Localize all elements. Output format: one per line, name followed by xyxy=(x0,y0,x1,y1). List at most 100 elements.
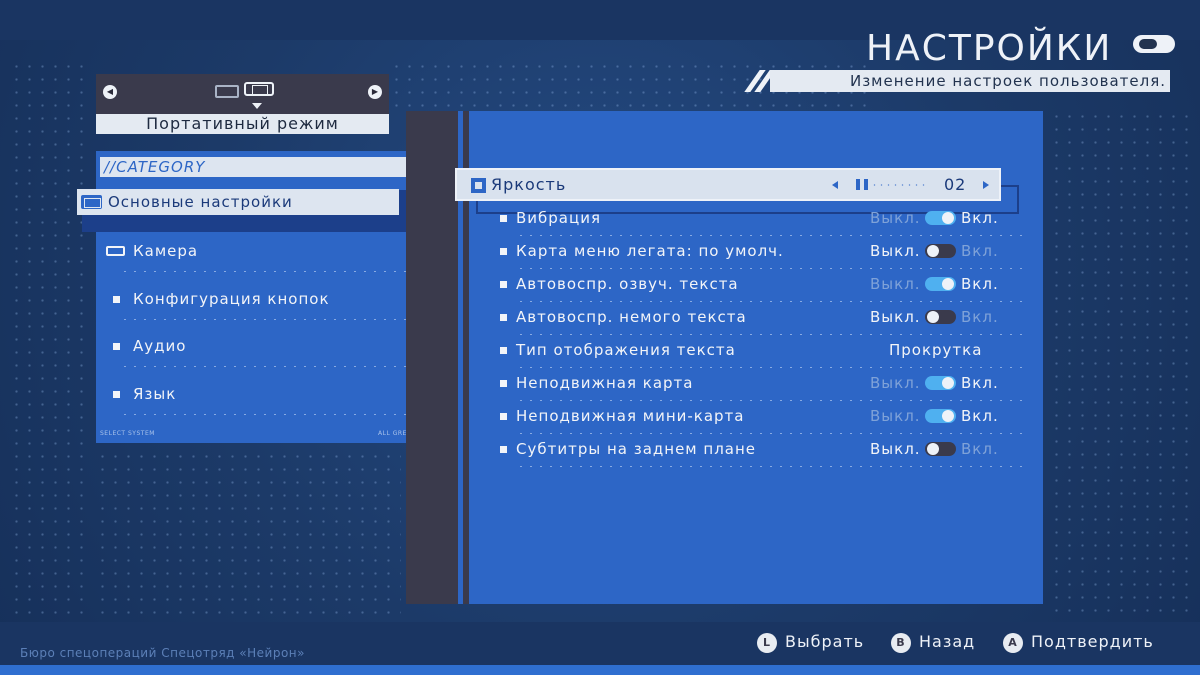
off-label: Выкл. xyxy=(870,374,921,392)
background-dots-bottom xyxy=(96,450,401,615)
divider xyxy=(516,234,1022,237)
footer-organization-text: Бюро спецопераций Спецотряд «Нейрон» xyxy=(20,646,305,660)
category-item-audio[interactable]: Аудио xyxy=(108,334,408,358)
on-label: Вкл. xyxy=(961,440,999,458)
category-item-label: Конфигурация кнопок xyxy=(133,290,330,308)
divider xyxy=(516,300,1022,303)
divider xyxy=(516,366,1022,369)
category-item-label: Камера xyxy=(133,242,199,260)
brightness-icon xyxy=(471,178,486,193)
off-label: Выкл. xyxy=(870,209,921,227)
settings-toggle-icon xyxy=(1133,35,1175,53)
bullet-icon xyxy=(500,380,507,387)
bullet-icon xyxy=(500,413,507,420)
divider xyxy=(516,399,1022,402)
on-label: Вкл. xyxy=(961,242,999,260)
bullet-icon xyxy=(500,248,507,255)
divider xyxy=(120,270,416,273)
mode-selector: ◀ ▶ xyxy=(96,74,389,114)
setting-label: Тип отображения текста xyxy=(516,341,736,359)
brightness-label: Яркость xyxy=(491,175,567,194)
bullet-icon xyxy=(113,343,120,350)
page-subtitle: Изменение настроек пользователя. xyxy=(770,70,1170,92)
divider xyxy=(516,465,1022,468)
camera-icon xyxy=(106,246,125,256)
confirm-label: Подтвердить xyxy=(1031,632,1154,651)
brightness-row[interactable]: Яркость 02 xyxy=(455,168,1001,201)
setting-label: Автовоспр. немого текста xyxy=(516,308,747,326)
category-item-language[interactable]: Язык xyxy=(108,382,408,406)
arrow-right-icon[interactable] xyxy=(983,181,989,189)
divider xyxy=(516,432,1022,435)
handheld-icon xyxy=(244,82,274,96)
on-label: Вкл. xyxy=(961,374,999,392)
category-item-label: Основные настройки xyxy=(108,193,293,211)
bullet-icon xyxy=(500,215,507,222)
bullet-icon xyxy=(113,296,120,303)
bullet-icon xyxy=(113,391,120,398)
mode-next-button[interactable]: ▶ xyxy=(368,85,382,99)
category-footer-left: SELECT SYSTEM xyxy=(100,430,155,437)
brightness-value: 02 xyxy=(944,175,967,194)
divider xyxy=(120,318,416,321)
category-header: //CATEGORY xyxy=(100,157,420,177)
setting-row-autoplay-silent[interactable]: Автовоспр. немого текста Выкл. Вкл. xyxy=(500,305,1000,329)
setting-row-fixed-minimap[interactable]: Неподвижная мини-карта Выкл. Вкл. xyxy=(500,404,1000,428)
setting-row-background-subtitles[interactable]: Субтитры на заднем плане Выкл. Вкл. xyxy=(500,437,1000,461)
background-dots-right xyxy=(1050,110,1190,615)
b-button-icon: B xyxy=(891,632,911,653)
tv-icon xyxy=(215,85,239,98)
setting-row-legate-map[interactable]: Карта меню легата: по умолч. Выкл. Вкл. xyxy=(500,239,1000,263)
off-label: Выкл. xyxy=(870,407,921,425)
handheld-icon xyxy=(81,195,102,209)
off-label: Выкл. xyxy=(870,440,921,458)
category-item-label: Аудио xyxy=(133,337,187,355)
toggle-switch[interactable] xyxy=(925,442,956,456)
select-label: Выбрать xyxy=(785,632,865,651)
toggle-switch[interactable] xyxy=(925,211,956,225)
off-label: Выкл. xyxy=(870,308,921,326)
setting-label: Вибрация xyxy=(516,209,601,227)
confirm-button[interactable]: A Подтвердить xyxy=(1003,631,1154,653)
brightness-level-bar xyxy=(856,179,868,190)
arrow-left-icon[interactable] xyxy=(832,181,838,189)
toggle-switch[interactable] xyxy=(925,310,956,324)
setting-row-autoplay-voiced[interactable]: Автовоспр. озвуч. текста Выкл. Вкл. xyxy=(500,272,1000,296)
setting-row-text-display-type[interactable]: Тип отображения текста Прокрутка xyxy=(500,338,1000,362)
divider xyxy=(120,365,416,368)
setting-row-fixed-map[interactable]: Неподвижная карта Выкл. Вкл. xyxy=(500,371,1000,395)
setting-label: Карта меню легата: по умолч. xyxy=(516,242,784,260)
back-button[interactable]: B Назад xyxy=(891,631,975,653)
toggle-switch[interactable] xyxy=(925,409,956,423)
off-label: Выкл. xyxy=(870,275,921,293)
brightness-track[interactable] xyxy=(871,184,927,186)
category-item-basic-settings[interactable]: Основные настройки xyxy=(77,189,399,215)
caret-down-icon xyxy=(252,103,262,109)
setting-value: Прокрутка xyxy=(889,341,983,359)
mode-label: Портативный режим xyxy=(96,114,389,134)
on-label: Вкл. xyxy=(961,407,999,425)
bottom-accent-line xyxy=(0,665,1200,675)
toggle-switch[interactable] xyxy=(925,376,956,390)
a-button-icon: A xyxy=(1003,632,1023,653)
mode-prev-button[interactable]: ◀ xyxy=(103,85,117,99)
settings-side-strip xyxy=(406,111,458,604)
bullet-icon xyxy=(500,281,507,288)
background-dots-left xyxy=(10,60,90,615)
setting-row-vibration[interactable]: Вибрация Выкл. Вкл. xyxy=(500,206,1000,230)
setting-label: Неподвижная мини-карта xyxy=(516,407,745,425)
toggle-switch[interactable] xyxy=(925,277,956,291)
setting-label: Неподвижная карта xyxy=(516,374,694,392)
bullet-icon xyxy=(500,314,507,321)
off-label: Выкл. xyxy=(870,242,921,260)
divider xyxy=(516,333,1022,336)
on-label: Вкл. xyxy=(961,209,999,227)
setting-label: Субтитры на заднем плане xyxy=(516,440,757,458)
category-item-camera[interactable]: Камера xyxy=(106,239,408,263)
page-title: НАСТРОЙКИ xyxy=(866,28,1113,69)
select-button[interactable]: L Выбрать xyxy=(757,631,864,653)
bullet-icon xyxy=(500,446,507,453)
toggle-switch[interactable] xyxy=(925,244,956,258)
back-label: Назад xyxy=(919,632,976,651)
category-item-button-config[interactable]: Конфигурация кнопок xyxy=(108,287,408,311)
